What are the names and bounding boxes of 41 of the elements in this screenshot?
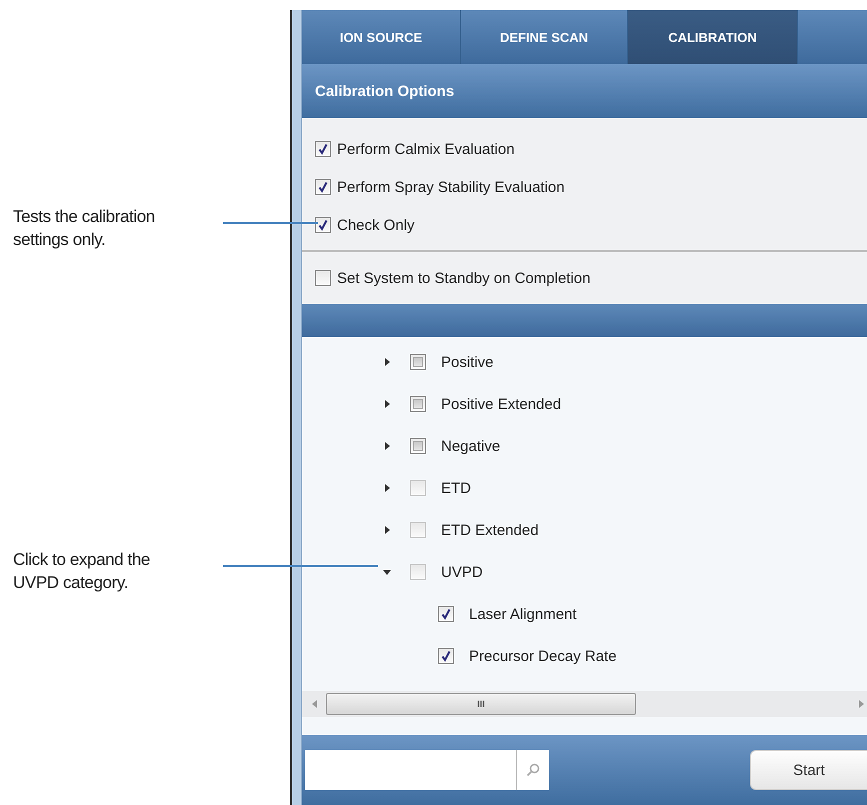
expand-arrow-icon[interactable] xyxy=(382,399,392,409)
checkbox[interactable] xyxy=(438,606,454,622)
collapse-arrow-icon[interactable] xyxy=(382,567,392,577)
option-label: Perform Spray Stability Evaluation xyxy=(337,178,565,196)
checkbox[interactable] xyxy=(410,480,426,496)
expand-arrow-icon[interactable] xyxy=(382,357,392,367)
checkbox[interactable] xyxy=(410,564,426,580)
expand-arrow-icon[interactable] xyxy=(382,441,392,451)
checkbox[interactable] xyxy=(410,438,426,454)
checkbox-option[interactable]: Perform Calmix Evaluation xyxy=(315,130,867,168)
option-label: Set System to Standby on Completion xyxy=(337,270,590,286)
expand-arrow-icon[interactable] xyxy=(382,483,392,493)
tree-item-label[interactable]: Positive Extended xyxy=(441,396,562,412)
checkbox[interactable] xyxy=(410,354,426,370)
checkbox[interactable] xyxy=(410,522,426,538)
start-button[interactable]: Start xyxy=(750,750,867,790)
checkbox[interactable] xyxy=(315,141,331,157)
tree-item-label[interactable]: Precursor Decay Rate xyxy=(469,648,617,664)
checkbox-option[interactable]: Check Only xyxy=(315,206,867,244)
scroll-thumb[interactable]: III xyxy=(326,693,636,715)
option-label: Perform Calmix Evaluation xyxy=(337,140,515,158)
search-field[interactable] xyxy=(305,750,549,790)
tree-item-label[interactable]: Positive xyxy=(441,354,494,370)
tree-item-label[interactable]: Negative xyxy=(441,438,500,454)
section-title: Calibration Options xyxy=(315,82,454,100)
expand-arrow-icon[interactable] xyxy=(382,525,392,535)
tab[interactable]: CALIBRATION xyxy=(628,10,798,64)
checkbox[interactable] xyxy=(315,217,331,233)
checkbox[interactable] xyxy=(438,648,454,664)
horizontal-scrollbar[interactable]: III xyxy=(302,691,867,717)
tree-item-label[interactable]: UVPD xyxy=(441,564,483,580)
callout-text: Click to expand the UVPD category. xyxy=(13,549,151,594)
tree-item-label[interactable]: ETD xyxy=(441,480,471,496)
checkbox[interactable] xyxy=(315,270,331,286)
tree-item-label[interactable]: Laser Alignment xyxy=(469,606,577,622)
checkbox[interactable] xyxy=(410,396,426,412)
checkbox-option[interactable]: Perform Spray Stability Evaluation xyxy=(315,168,867,206)
checkbox[interactable] xyxy=(315,179,331,195)
callout-text: Tests the calibration settings only. xyxy=(13,206,156,251)
option-label: Check Only xyxy=(337,216,415,234)
tree-item-label[interactable]: ETD Extended xyxy=(441,522,539,538)
